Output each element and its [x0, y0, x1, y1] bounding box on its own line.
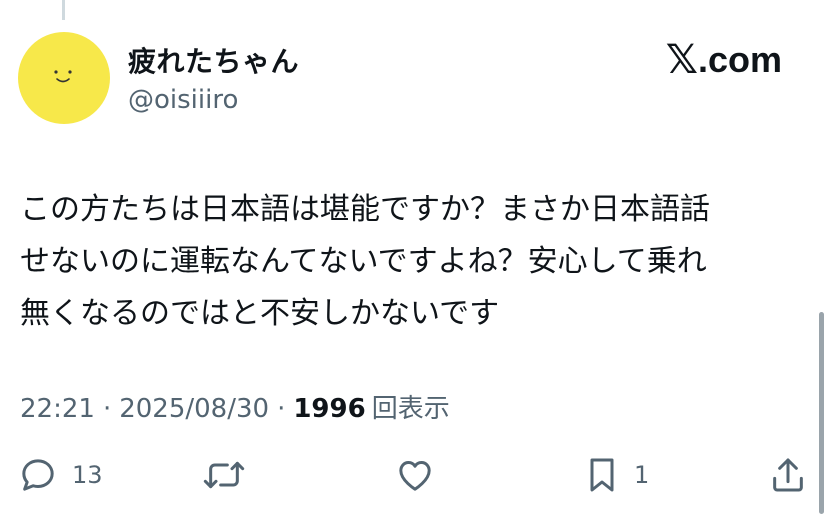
- scrollbar[interactable]: [819, 312, 824, 514]
- views-label: 回表示: [371, 394, 450, 424]
- avatar[interactable]: [18, 32, 110, 124]
- tweet-date[interactable]: 2025/08/30: [119, 394, 269, 424]
- tweet-time[interactable]: 22:21: [20, 394, 95, 424]
- meta-separator: ·: [102, 394, 112, 424]
- repost-icon: [203, 461, 245, 489]
- tweet-meta: 22:21 · 2025/08/30 · 1996 回表示: [20, 388, 450, 425]
- reply-count: 13: [72, 461, 103, 489]
- tweet-text-line: この方たちは日本語は堪能ですか？まさか日本語話: [20, 192, 710, 227]
- smiley-face-icon: [54, 70, 72, 83]
- tweet-text-line: 無くなるのではと不安しかないです: [20, 296, 500, 331]
- repost-button[interactable]: [202, 452, 246, 498]
- tweet-text: この方たちは日本語は堪能ですか？まさか日本語話 せないのに運転なんてないですよね…: [20, 184, 810, 340]
- share-button[interactable]: [768, 452, 808, 498]
- brand-domain: .com: [697, 39, 782, 80]
- thread-connector-line: [62, 0, 65, 20]
- x-com-logo: 𝕏 .com: [666, 38, 782, 82]
- author-handle[interactable]: @oisiiiro: [128, 85, 238, 115]
- bookmark-icon: [590, 458, 614, 492]
- share-icon: [773, 458, 803, 492]
- meta-separator: ·: [277, 394, 286, 424]
- tweet-text-line: せないのに運転なんてないですよね？安心して乗れ: [20, 244, 707, 279]
- bookmark-button[interactable]: 1: [584, 452, 649, 498]
- heart-icon: [399, 461, 431, 491]
- views-count: 1996: [293, 394, 366, 424]
- reply-button[interactable]: 13: [18, 452, 103, 498]
- reply-icon: [22, 459, 54, 491]
- x-logo-icon: 𝕏: [665, 37, 698, 83]
- tweet-actions-bar: 13 1: [0, 452, 828, 498]
- like-button[interactable]: [394, 452, 436, 498]
- bookmark-count: 1: [634, 461, 650, 489]
- author-display-name[interactable]: 疲れたちゃん: [128, 40, 299, 80]
